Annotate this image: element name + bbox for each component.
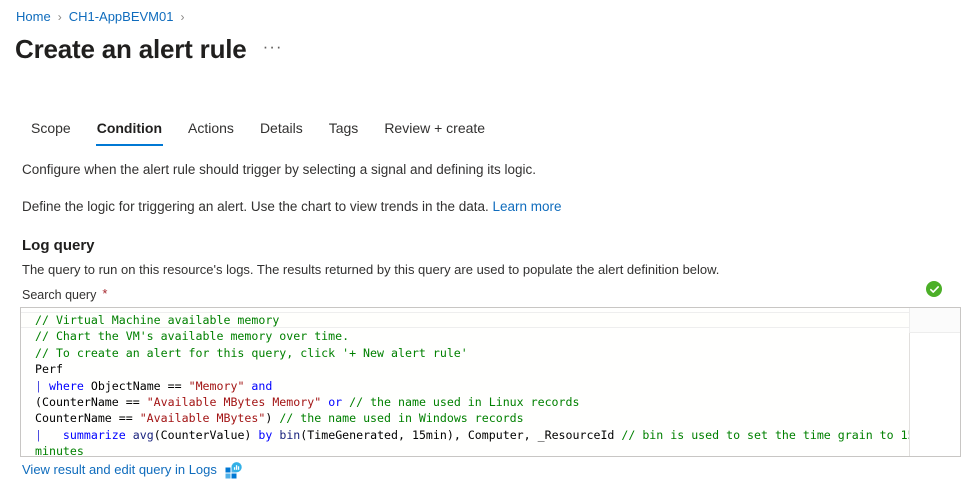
code-token: summarize bbox=[63, 428, 133, 442]
code-token: minutes bbox=[35, 444, 84, 456]
editor-scroll-area[interactable]: // Virtual Machine available memory // Ch… bbox=[21, 308, 960, 456]
code-token: // the name used in Windows records bbox=[279, 411, 523, 425]
code-token: // bin is used to set the time grain to … bbox=[621, 428, 914, 442]
breadcrumb-item-home[interactable]: Home bbox=[16, 8, 51, 26]
more-options-icon[interactable]: ··· bbox=[261, 36, 285, 63]
log-query-description: The query to run on this resource's logs… bbox=[22, 261, 719, 279]
code-line[interactable]: | where ObjectName == "Memory" and bbox=[21, 378, 960, 394]
code-token: | bbox=[35, 379, 49, 393]
code-token: bin bbox=[279, 428, 300, 442]
code-token: "Memory" bbox=[189, 379, 245, 393]
tab-scope[interactable]: Scope bbox=[18, 117, 84, 146]
code-token: (CounterValue) bbox=[154, 428, 259, 442]
code-token: Perf bbox=[35, 362, 63, 376]
code-line[interactable]: // To create an alert for this query, cl… bbox=[21, 345, 960, 361]
condition-logic-text-prefix: Define the logic for triggering an alert… bbox=[22, 199, 493, 214]
green-check-icon bbox=[926, 281, 942, 297]
code-line[interactable]: // Virtual Machine available memory bbox=[21, 312, 960, 328]
tab-condition[interactable]: Condition bbox=[84, 117, 175, 146]
editor-code-content[interactable]: // Virtual Machine available memory // Ch… bbox=[21, 308, 960, 456]
code-token: avg bbox=[133, 428, 154, 442]
search-query-label: Search query * bbox=[22, 287, 107, 304]
wizard-tabs: Scope Condition Actions Details Tags Rev… bbox=[18, 117, 498, 146]
code-token: ) bbox=[265, 411, 279, 425]
code-token: | bbox=[35, 428, 63, 442]
code-token: or bbox=[328, 395, 342, 409]
code-token: and bbox=[251, 379, 272, 393]
editor-scrollbar-thumb[interactable] bbox=[909, 308, 960, 333]
code-line[interactable]: minutes bbox=[21, 443, 960, 456]
code-token: // To create an alert for this query, cl… bbox=[35, 346, 468, 360]
code-token: ObjectName == bbox=[91, 379, 189, 393]
code-line[interactable]: | summarize avg(CounterValue) by bin(Tim… bbox=[21, 427, 960, 443]
page-title: Create an alert rule bbox=[15, 33, 247, 65]
breadcrumb: Home › CH1-AppBEVM01 › bbox=[16, 8, 184, 26]
page-header: Create an alert rule ··· bbox=[15, 33, 285, 65]
code-token: by bbox=[258, 428, 279, 442]
code-token: (CounterName == bbox=[35, 395, 147, 409]
code-token: CounterName == bbox=[35, 411, 140, 425]
search-query-label-text: Search query bbox=[22, 287, 96, 304]
tab-review-create[interactable]: Review + create bbox=[371, 117, 498, 146]
code-token: (TimeGenerated, 15min), Computer, _Resou… bbox=[300, 428, 621, 442]
required-indicator: * bbox=[102, 287, 107, 301]
condition-logic-text: Define the logic for triggering an alert… bbox=[22, 197, 562, 216]
view-in-logs-row: View result and edit query in Logs bbox=[22, 461, 242, 479]
code-line[interactable]: (CounterName == "Available MBytes Memory… bbox=[21, 394, 960, 410]
code-token: // the name used in Linux records bbox=[349, 395, 579, 409]
code-token: "Available MBytes" bbox=[140, 411, 266, 425]
code-line[interactable]: CounterName == "Available MBytes") // th… bbox=[21, 410, 960, 426]
tab-tags[interactable]: Tags bbox=[316, 117, 372, 146]
code-token: "Available MBytes Memory" bbox=[147, 395, 322, 409]
learn-more-link[interactable]: Learn more bbox=[493, 199, 562, 214]
log-query-heading: Log query bbox=[22, 236, 95, 256]
code-line[interactable]: Perf bbox=[21, 361, 960, 377]
breadcrumb-item-resource[interactable]: CH1-AppBEVM01 bbox=[69, 8, 174, 26]
code-token: // Chart the VM's available memory over … bbox=[35, 329, 349, 343]
chevron-right-icon-2: › bbox=[180, 8, 184, 26]
view-result-in-logs-link[interactable]: View result and edit query in Logs bbox=[22, 461, 217, 479]
azure-logs-icon bbox=[225, 462, 242, 479]
code-token: // Virtual Machine available memory bbox=[35, 313, 279, 327]
condition-intro-text: Configure when the alert rule should tri… bbox=[22, 160, 536, 179]
tab-actions[interactable]: Actions bbox=[175, 117, 247, 146]
chevron-right-icon: › bbox=[58, 8, 62, 26]
code-line[interactable]: // Chart the VM's available memory over … bbox=[21, 328, 960, 344]
code-token: where bbox=[49, 379, 91, 393]
search-query-editor[interactable]: // Virtual Machine available memory // Ch… bbox=[20, 307, 961, 457]
tab-details[interactable]: Details bbox=[247, 117, 316, 146]
